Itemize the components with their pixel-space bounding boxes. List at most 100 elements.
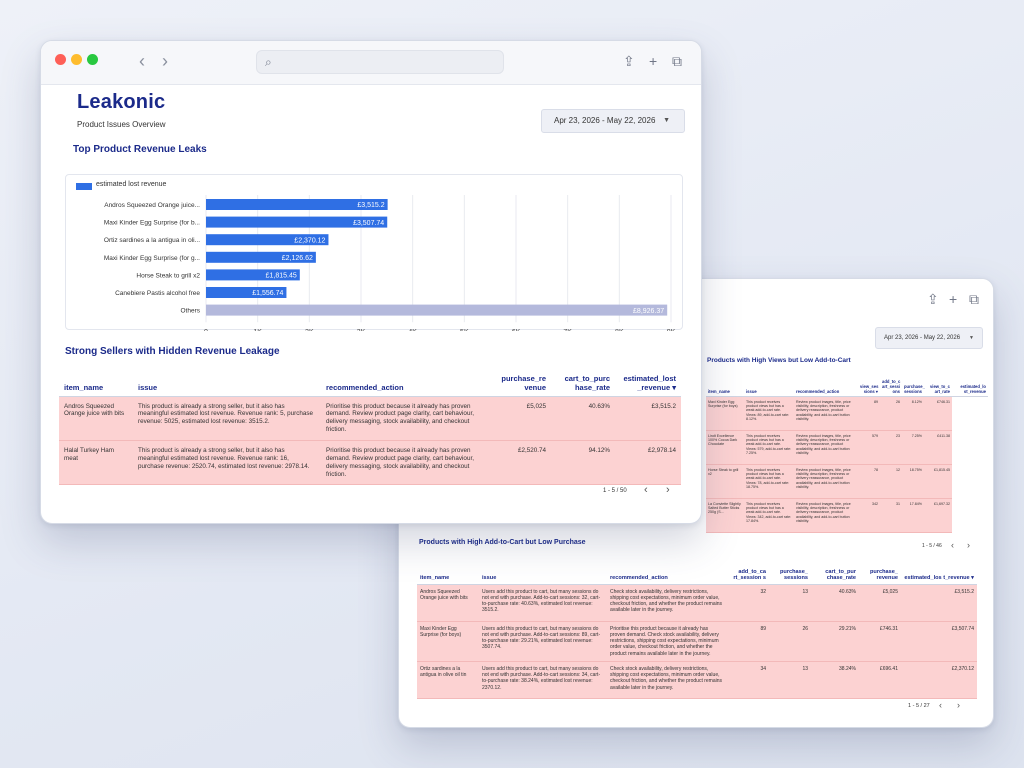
table-row[interactable]: Lindt Excellence 100% Cocoa Dark Chocola… — [706, 430, 988, 465]
category-label: Maxi Kinder Egg Surprise (for g... — [104, 255, 200, 262]
page-subtitle: Product Issues Overview — [77, 120, 166, 129]
next-page-icon[interactable]: › — [957, 700, 960, 711]
table-cell: £2,520.74 — [491, 440, 551, 486]
table-cell: Andros Squeezed Orange juice with bits — [417, 584, 479, 622]
table-row[interactable]: Andros Squeezed Orange juice with bits Th… — [59, 396, 681, 441]
table-row[interactable]: Andros Squeezed Orange juice with bits Us… — [417, 584, 977, 622]
column-header[interactable]: item_name — [706, 374, 744, 397]
column-header[interactable]: item_name — [417, 557, 479, 585]
table-cell: Prioritise this product because it alrea… — [321, 440, 491, 486]
column-header[interactable]: item_name — [59, 366, 133, 397]
column-header[interactable]: purchase_re venue — [491, 366, 551, 397]
table-cell: 13 — [769, 661, 811, 699]
column-header[interactable]: purchase_ revenue — [859, 557, 901, 585]
table-cell: 78 — [858, 464, 880, 499]
table-cell: Check stock availability, delivery restr… — [607, 584, 727, 622]
close-window-icon[interactable] — [55, 54, 66, 65]
table-cell: 40.63% — [811, 584, 859, 622]
previous-page-icon[interactable]: ‹ — [939, 700, 942, 711]
share-icon[interactable]: ⇪ — [927, 291, 939, 307]
legend-swatch — [76, 183, 92, 190]
table-row[interactable]: Ortiz sardines a la antigua in olive oil… — [417, 661, 977, 699]
table-cell: 26 — [769, 621, 811, 662]
table-cell: This product is already a strong seller,… — [133, 396, 321, 441]
table-cell: Horse Steak to grill x2 — [706, 464, 744, 499]
minimize-window-icon[interactable] — [71, 54, 82, 65]
table-cell: Review product images, title, price visi… — [794, 464, 858, 499]
column-header[interactable]: view_ses sions ▾ — [858, 374, 880, 397]
main-browser-window: ‹ › ⌕ ⇪ + ⧉ Leakonic Product Issues Over… — [40, 40, 702, 524]
table-cell: £3,515.2 — [901, 584, 977, 622]
table-cell: Review product images, title, price visi… — [794, 498, 858, 533]
table-cell: £2,978.14 — [615, 440, 681, 486]
table-cell: This product receives product views but … — [744, 430, 794, 465]
new-tab-icon[interactable]: + — [649, 53, 657, 69]
column-header[interactable]: issue — [479, 557, 607, 585]
column-header[interactable]: issue — [744, 374, 794, 397]
bar-value-label: £1,556.74 — [252, 290, 283, 297]
table-cell: This product receives product views but … — [744, 464, 794, 499]
x-tick-label: 7K — [563, 329, 572, 331]
table-cell: 7.25% — [902, 430, 924, 465]
column-header[interactable]: add_to_ca rt_session s — [727, 557, 769, 585]
next-page-icon[interactable]: › — [666, 485, 670, 496]
date-range-label: Apr 23, 2026 - May 22, 2026 — [554, 116, 656, 125]
bar-value-label: £2,370.12 — [294, 237, 325, 244]
forward-arrow-icon[interactable]: › — [162, 51, 168, 71]
table-row[interactable]: Maxi Kinder Egg Surprise (for boys) This … — [706, 396, 988, 431]
column-header[interactable]: recommended_action — [607, 557, 727, 585]
table-cell: 342 — [858, 498, 880, 533]
column-header[interactable]: view_to_c art_rate — [924, 374, 952, 397]
table-cell: £746.31 — [859, 621, 901, 662]
table-cell: 23 — [880, 430, 902, 465]
new-tab-icon[interactable]: + — [949, 291, 957, 307]
table-row[interactable]: Maxi Kinder Egg Surprise (for boys) Users… — [417, 621, 977, 662]
column-header[interactable]: estimated_lost _revenue ▾ — [615, 366, 681, 397]
table-cell: 13 — [769, 584, 811, 622]
table-cell: 12 — [880, 464, 902, 499]
table-row[interactable]: Halal Turkey Ham meat This product is alr… — [59, 440, 681, 486]
category-label: Others — [180, 308, 200, 315]
table-cell: 26 — [880, 396, 902, 431]
column-header[interactable]: cart_to_pur chase_rate — [811, 557, 859, 585]
next-page-icon[interactable]: › — [967, 540, 970, 551]
column-header[interactable]: purchase_ sessions — [902, 374, 925, 397]
column-header[interactable]: recommended_action — [321, 366, 491, 397]
table-cell: Ortiz sardines a la antigua in olive oil… — [417, 661, 479, 699]
date-range-selector[interactable]: Apr 23, 2026 - May 22, 2026 ▼ — [875, 327, 983, 349]
tabs-icon[interactable]: ⧉ — [672, 53, 682, 69]
bar-value-label: £3,507.74 — [353, 220, 384, 227]
high-views-table: item_name issue recommended_action view_ses… — [706, 374, 988, 533]
address-bar[interactable]: ⌕ — [256, 50, 504, 74]
table-header-row: item_name issue recommended_action add_to_c… — [417, 557, 977, 585]
previous-page-icon[interactable]: ‹ — [951, 540, 954, 551]
legend-label: estimated lost revenue — [96, 181, 167, 188]
maximize-window-icon[interactable] — [87, 54, 98, 65]
date-range-selector[interactable]: Apr 23, 2026 - May 22, 2026 ▼ — [541, 109, 685, 133]
x-tick-label: 4K — [408, 329, 417, 331]
bar-value-label: £8,926.37 — [633, 308, 664, 315]
table-row[interactable]: Horse Steak to grill x2 This product rece… — [706, 464, 988, 499]
column-header[interactable]: cart_to_purc hase_rate — [551, 366, 615, 397]
bar-chart-svg: 0 1K 2K 3K 4K 5K 6K 7K 8K 9K Andros Squeezed Orang… — [104, 195, 676, 336]
brand-logo-text: Leakonic — [77, 91, 166, 113]
back-arrow-icon[interactable]: ‹ — [139, 51, 145, 71]
column-header[interactable]: estimated_lo st_revenue — [952, 374, 988, 397]
table-row[interactable]: La Conviette Slightly Salted Butter Stic… — [706, 498, 988, 533]
column-header[interactable]: purchase_ sessions — [769, 557, 811, 585]
table-cell: 34 — [727, 661, 769, 699]
table-cell: £3,507.74 — [901, 621, 977, 662]
table-cell: Users add this product to cart, but many… — [479, 584, 607, 622]
column-header[interactable]: recommended_action — [794, 374, 858, 397]
chevron-down-icon: ▼ — [969, 335, 974, 341]
tabs-icon[interactable]: ⧉ — [969, 291, 979, 307]
column-header[interactable]: issue — [133, 366, 321, 397]
chevron-down-icon: ▼ — [663, 117, 670, 124]
previous-page-icon[interactable]: ‹ — [644, 485, 648, 496]
column-header[interactable]: estimated_los t_revenue ▾ — [901, 557, 977, 585]
column-header[interactable]: add_to_c art_sessi ons — [880, 374, 902, 397]
date-range-label: Apr 23, 2026 - May 22, 2026 — [884, 335, 961, 341]
table-cell: 17.84% — [902, 498, 924, 533]
table-cell: Lindt Excellence 100% Cocoa Dark Chocola… — [706, 430, 744, 465]
share-icon[interactable]: ⇪ — [623, 53, 635, 69]
